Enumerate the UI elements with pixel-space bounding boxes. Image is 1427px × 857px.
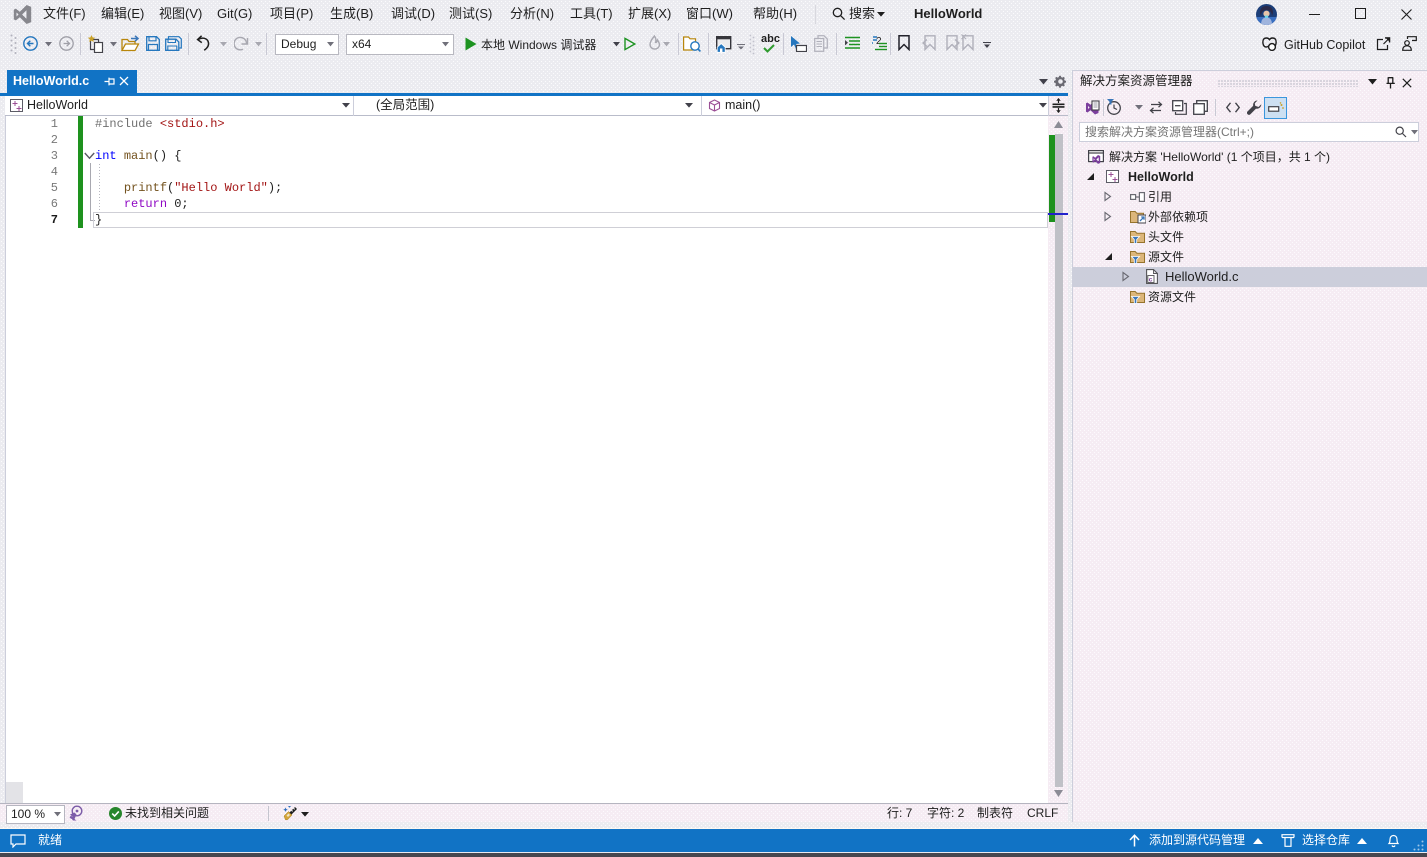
svg-text:c: c [1149,276,1153,283]
svg-text:2: 2 [876,36,882,47]
